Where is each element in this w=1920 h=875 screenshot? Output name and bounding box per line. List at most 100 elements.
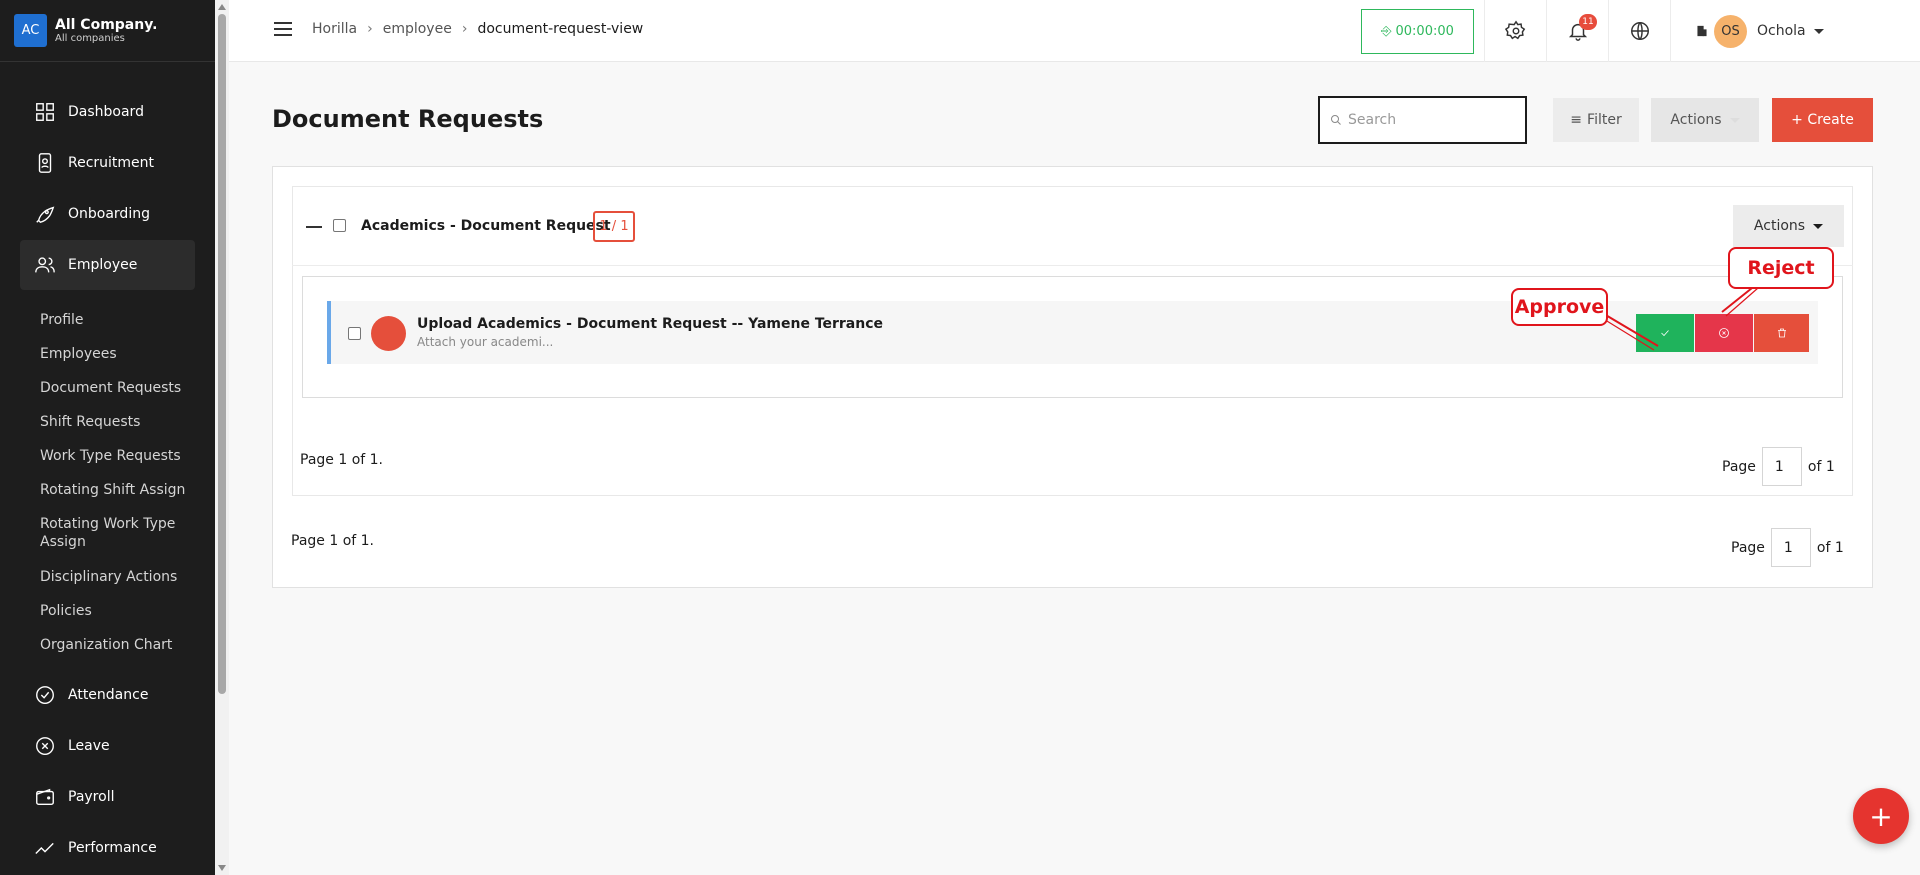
language-button[interactable] — [1608, 0, 1670, 62]
avatar: OS — [1714, 14, 1747, 48]
notification-badge: 11 — [1579, 14, 1597, 30]
page-of-label: of 1 — [1816, 539, 1844, 556]
page-label: Page — [1722, 458, 1756, 475]
top-header: Horilla › employee › document-request-vi… — [229, 0, 1920, 62]
group-title: Academics - Document Request — [361, 218, 611, 234]
sidebar-sub-profile[interactable]: Profile — [40, 311, 190, 329]
actions-label: Actions — [1670, 112, 1722, 128]
breadcrumb-item-horilla[interactable]: Horilla — [312, 21, 357, 37]
approve-callout: Approve — [1511, 288, 1608, 326]
dashboard-icon — [34, 101, 56, 123]
company-logo: AC — [14, 14, 47, 47]
sidebar-sub-employees[interactable]: Employees — [40, 345, 190, 363]
chevron-down-icon — [1729, 117, 1740, 123]
sidebar-item-label: Employee — [68, 257, 138, 273]
group-count-badge: 1 / 1 — [593, 211, 635, 242]
sidebar-item-label: Onboarding — [68, 206, 150, 222]
chevron-right-icon: › — [461, 21, 468, 37]
sidebar-sub-organization-chart[interactable]: Organization Chart — [40, 636, 190, 654]
trash-icon — [1777, 328, 1786, 338]
sidebar: AC All Company. All companies Dashboard … — [0, 0, 215, 875]
x-circle-icon — [1719, 328, 1729, 338]
sidebar-item-label: Performance — [68, 840, 157, 856]
sidebar-item-leave[interactable]: Leave — [20, 721, 195, 771]
notifications-button[interactable]: 11 — [1546, 0, 1608, 62]
sidebar-sub-disciplinary-actions[interactable]: Disciplinary Actions — [40, 568, 190, 586]
sidebar-item-performance[interactable]: Performance — [20, 823, 195, 873]
request-title: Upload Academics - Document Request -- Y… — [417, 316, 884, 332]
approve-button[interactable] — [1636, 314, 1694, 352]
recruitment-icon — [34, 152, 56, 174]
sidebar-sub-rotating-shift-assign[interactable]: Rotating Shift Assign — [40, 481, 190, 499]
clock-in-icon: ⎆ — [1381, 24, 1392, 39]
sidebar-item-label: Dashboard — [68, 104, 144, 120]
page-number-input[interactable]: 1 — [1770, 528, 1811, 567]
search-icon — [1331, 115, 1341, 125]
chevron-down-icon — [1813, 223, 1824, 229]
scroll-down-arrow-icon[interactable] — [218, 865, 226, 871]
outer-pagination-text: Page 1 of 1. — [291, 533, 375, 549]
sidebar-item-employee[interactable]: Employee — [20, 240, 195, 290]
search-field[interactable] — [1318, 96, 1527, 144]
sidebar-sub-shift-requests[interactable]: Shift Requests — [40, 413, 190, 431]
sidebar-item-label: Recruitment — [68, 155, 155, 171]
page-label: Page — [1731, 539, 1765, 556]
avatar — [371, 316, 406, 351]
page-of-label: of 1 — [1807, 458, 1835, 475]
page-number-input[interactable]: 1 — [1761, 447, 1802, 486]
collapse-icon[interactable] — [306, 226, 322, 228]
plus-icon: + — [1869, 799, 1893, 833]
sidebar-item-dashboard[interactable]: Dashboard — [20, 87, 195, 137]
x-circle-icon — [34, 735, 56, 757]
breadcrumb: Horilla › employee › document-request-vi… — [312, 21, 643, 37]
breadcrumb-item-current: document-request-view — [477, 21, 644, 37]
delete-button[interactable] — [1754, 314, 1809, 352]
reject-button[interactable] — [1695, 314, 1753, 352]
chevron-down-icon — [1813, 28, 1824, 34]
inner-pagination-text: Page 1 of 1. — [300, 452, 384, 468]
outer-pager: Page 1 of 1 — [1731, 528, 1844, 567]
sidebar-item-payroll[interactable]: Payroll — [20, 772, 195, 822]
globe-icon — [1630, 22, 1649, 40]
row-select-checkbox[interactable] — [348, 327, 361, 340]
scrollbar-thumb[interactable] — [218, 14, 226, 694]
chevron-right-icon: › — [367, 21, 373, 37]
sidebar-item-label: Leave — [68, 738, 110, 754]
inner-pager: Page 1 of 1 — [1722, 447, 1835, 486]
sidebar-sub-work-type-requests[interactable]: Work Type Requests — [40, 447, 190, 465]
sidebar-sub-policies[interactable]: Policies — [40, 602, 190, 620]
company-name: All Company. — [55, 16, 158, 33]
trend-icon — [34, 837, 56, 859]
company-sub: All companies — [55, 32, 125, 44]
check-circle-icon — [34, 684, 56, 706]
sidebar-scrollbar[interactable] — [215, 0, 229, 875]
quick-add-button[interactable]: + — [1853, 788, 1909, 844]
scroll-up-arrow-icon[interactable] — [218, 4, 226, 10]
wallet-icon — [34, 786, 56, 808]
user-menu[interactable]: OS Ochola — [1714, 0, 1824, 62]
breadcrumb-item-employee[interactable]: employee — [383, 21, 452, 37]
sidebar-item-recruitment[interactable]: Recruitment — [20, 138, 195, 188]
sidebar-sub-document-requests[interactable]: Document Requests — [40, 379, 190, 397]
rocket-icon — [34, 203, 56, 225]
building-icon — [1696, 25, 1707, 37]
group-select-checkbox[interactable] — [333, 219, 346, 232]
actions-button[interactable]: Actions — [1651, 98, 1759, 142]
company-switcher[interactable]: AC All Company. All companies — [0, 0, 215, 62]
sidebar-sub-rotating-work-type-assign[interactable]: Rotating Work Type Assign — [40, 515, 190, 551]
hamburger-menu-icon[interactable] — [274, 22, 292, 36]
gear-icon — [1504, 20, 1525, 40]
sidebar-item-attendance[interactable]: Attendance — [20, 670, 195, 720]
check-icon — [1661, 330, 1669, 337]
page-title: Document Requests — [272, 105, 544, 133]
group-actions-button[interactable]: Actions — [1733, 205, 1844, 247]
create-button[interactable]: + Create — [1772, 98, 1873, 142]
sidebar-item-onboarding[interactable]: Onboarding — [20, 189, 195, 239]
settings-button[interactable] — [1484, 0, 1546, 62]
user-name: Ochola — [1757, 23, 1806, 39]
search-input[interactable] — [1348, 112, 1508, 128]
users-icon — [34, 254, 56, 276]
filter-button[interactable]: ≡ Filter — [1553, 98, 1639, 142]
clock-in-timer[interactable]: ⎆ 00:00:00 — [1361, 9, 1474, 54]
sidebar-item-label: Payroll — [68, 789, 115, 805]
